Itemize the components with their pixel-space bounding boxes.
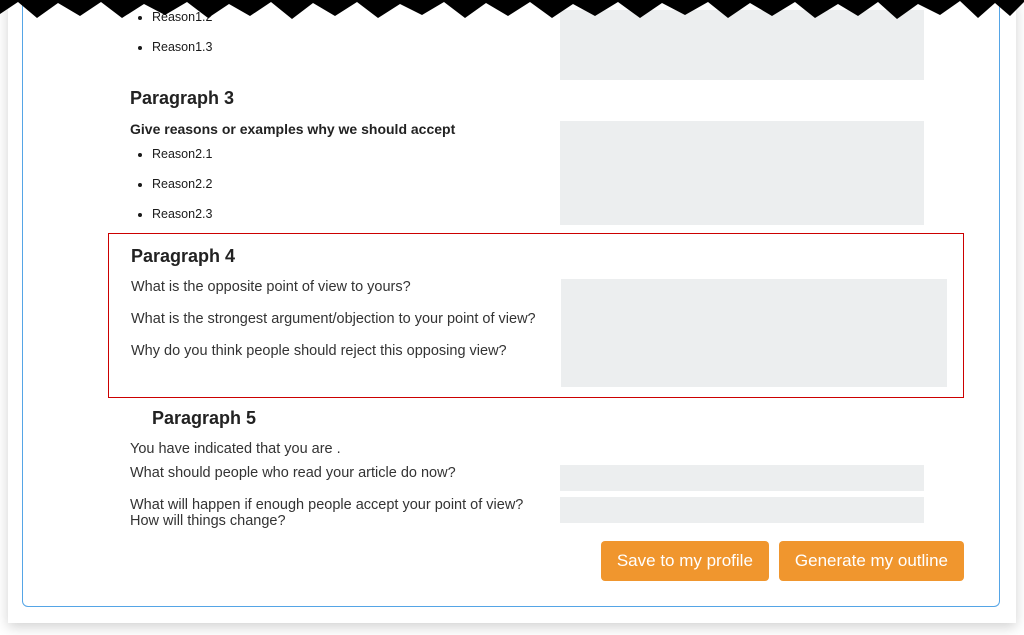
paragraph-4-highlight: Paragraph 4 What is the opposite point o… <box>108 233 964 398</box>
question-text: What is the strongest argument/objection… <box>131 311 551 327</box>
paragraph-3-subheading: Give reasons or examples why we should a… <box>130 121 550 137</box>
question-text: What will happen if enough people accept… <box>130 497 550 529</box>
paragraph-4-row: What is the opposite point of view to yo… <box>131 279 947 387</box>
paragraph-5-q3-row: What will happen if enough people accept… <box>130 497 924 535</box>
answer-field[interactable] <box>560 10 924 80</box>
list-item: Reason1.3 <box>152 40 550 54</box>
generate-button[interactable]: Generate my outline <box>779 541 964 581</box>
reason-list-1: Reason1.2 Reason1.3 <box>130 10 550 54</box>
question-text: Why do you think people should reject th… <box>131 343 551 359</box>
paragraph-5-heading: Paragraph 5 <box>130 408 924 429</box>
reason-list-2: Reason2.1 Reason2.2 Reason2.3 <box>130 147 550 221</box>
button-row: Save to my profile Generate my outline <box>130 541 964 581</box>
paragraph-3-heading: Paragraph 3 <box>130 88 924 109</box>
content-area: Reason1.2 Reason1.3 Paragraph 3 Give rea… <box>130 10 924 613</box>
paragraph-3-row: Give reasons or examples why we should a… <box>130 121 924 227</box>
question-text: What should people who read your article… <box>130 465 550 481</box>
save-button[interactable]: Save to my profile <box>601 541 769 581</box>
answer-field[interactable] <box>560 121 924 225</box>
list-item: Reason1.2 <box>152 10 550 24</box>
answer-field[interactable] <box>560 497 924 523</box>
paragraph-4-heading: Paragraph 4 <box>131 246 947 267</box>
answer-field[interactable] <box>560 465 924 491</box>
list-item: Reason2.2 <box>152 177 550 191</box>
paragraph-5-q2-row: What should people who read your article… <box>130 465 924 491</box>
paragraph-2-row: Reason1.2 Reason1.3 <box>130 10 924 80</box>
question-text: You have indicated that you are . <box>130 441 924 457</box>
question-text: What is the opposite point of view to yo… <box>131 279 551 295</box>
answer-field[interactable] <box>561 279 947 387</box>
list-item: Reason2.3 <box>152 207 550 221</box>
list-item: Reason2.1 <box>152 147 550 161</box>
